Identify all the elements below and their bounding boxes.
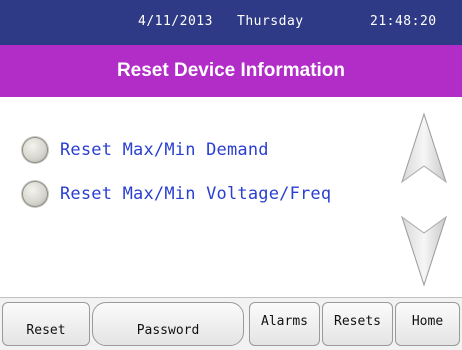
status-bar: 4/11/2013 Thursday 21:48:20 <box>0 0 462 45</box>
radio-button[interactable] <box>22 181 48 207</box>
resets-button-label: Resets <box>334 313 381 329</box>
home-button-label: Home <box>411 313 444 329</box>
home-button[interactable]: Home <box>395 302 460 346</box>
resets-button[interactable]: Resets <box>322 302 393 346</box>
alarms-button-label: Alarms <box>261 313 308 329</box>
scroll-up-button[interactable] <box>400 112 448 192</box>
option-label: Reset Max/Min Voltage/Freq <box>60 184 332 204</box>
device-screen: 4/11/2013 Thursday 21:48:20 Reset Device… <box>0 0 462 350</box>
bottom-nav-bar: Reset Password Alarms Resets Home <box>0 297 462 350</box>
status-time: 21:48:20 <box>370 14 437 29</box>
alarms-button[interactable]: Alarms <box>249 302 320 346</box>
chevron-up-icon <box>401 112 447 184</box>
chevron-down-icon <box>401 215 447 287</box>
password-button-label: Password <box>136 322 200 338</box>
reset-button-label: Reset <box>26 322 66 338</box>
page-title: Reset Device Information <box>0 45 462 97</box>
reset-max-min-demand-option[interactable]: Reset Max/Min Demand <box>22 135 269 165</box>
option-label: Reset Max/Min Demand <box>60 140 269 160</box>
status-date: 4/11/2013 <box>138 14 213 29</box>
reset-max-min-voltage-freq-option[interactable]: Reset Max/Min Voltage/Freq <box>22 179 331 209</box>
scroll-down-button[interactable] <box>400 207 448 287</box>
main-panel: Reset Max/Min Demand Reset Max/Min Volta… <box>0 97 462 297</box>
radio-button[interactable] <box>22 137 48 163</box>
reset-button[interactable]: Reset <box>2 302 90 346</box>
status-day: Thursday <box>237 14 304 29</box>
password-button[interactable]: Password <box>92 302 244 346</box>
